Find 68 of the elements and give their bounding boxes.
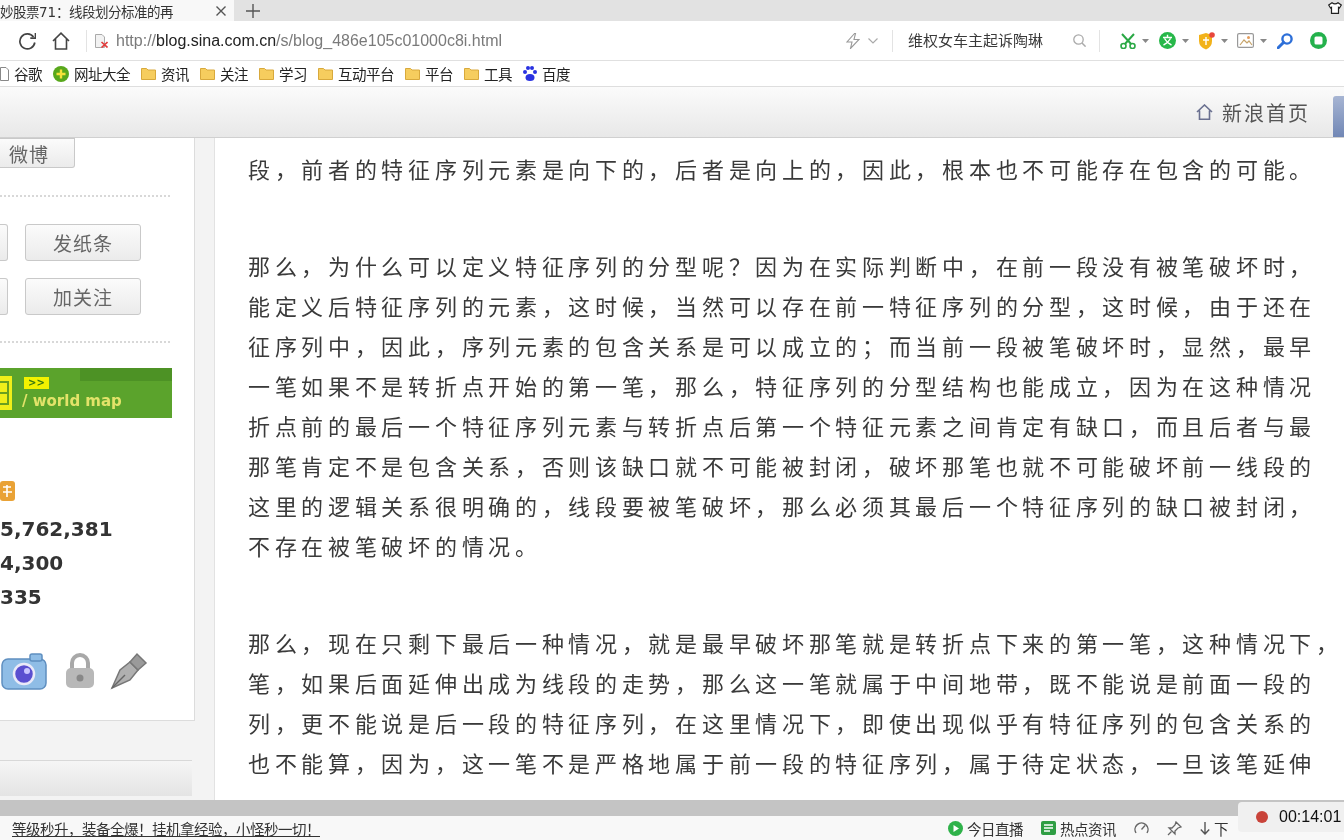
action-button[interactable]: 加关注 <box>25 278 141 315</box>
translate-icon[interactable] <box>1159 32 1176 49</box>
bookmark-item[interactable]: 学习 <box>259 63 307 84</box>
gauge-icon[interactable] <box>1134 820 1149 836</box>
folder-icon <box>464 67 479 80</box>
app-icon[interactable] <box>1310 32 1327 49</box>
bookmark-item[interactable]: 谷歌 <box>0 63 42 84</box>
lock-icon[interactable] <box>65 653 95 689</box>
recording-time: 00:14:01 <box>1279 808 1342 826</box>
ad-link[interactable]: 等级秒升，装备全爆！挂机拿经验，小怪秒一切！ <box>12 817 320 839</box>
weibo-button[interactable]: 微博 <box>0 138 75 168</box>
search-field[interactable]: 维权女车主起诉陶琳 <box>908 31 1068 50</box>
scissors-icon[interactable] <box>1120 32 1136 49</box>
article-paragraph: 那么，现在只剩下最后一种情况，就是最早破坏那笔就是转折点下来的第一笔，这种情况下， 笔，如果后面延伸出成为线段的走势，那么这一笔就属于中间地带，既不能说是前面一段的 列，更不能说是后一段的特征序列，在这里情况下，即使出现似乎有特征序列的包含关系的 也不能算，因为，这一笔不是严格地属于前一段的特征序列，属于待定状态，一旦该笔延伸 <box>248 631 1344 779</box>
caret-icon[interactable] <box>1260 38 1267 43</box>
home-icon <box>1196 104 1213 120</box>
page-warning-icon <box>95 33 108 48</box>
folder-icon <box>259 67 274 80</box>
article-paragraph: 那么，为什么可以定义特征序列的分型呢？因为在实际判断中，在前一段没有被笔破坏时， 能定义后特征序列的元素，这时候，当然可以存在前一特征序列的分型，这时候，由于还在 征序列中，因此，序列元素的包含关系是可以成立的；而当前一段被笔破坏时，显然，最早 一笔如果不是转折点开始的第一笔，那么，特征序列的分型结构也能成立，因为在这种情况 折点前的最后一个特征序列元素与转折点后第一个特征元素之间肯定有缺口，而且后者与最 那笔肯定不是包含关系，否则该缺口就不可能被封闭，破坏那笔也就不可能破坏前一线段的 这里的逻辑关系很明确的，线段要被笔破坏，那么必须其最后一个特征序列的缺口被封闭， 不存在被笔破坏的情况。 <box>248 254 1317 562</box>
pin-icon[interactable] <box>1167 820 1182 836</box>
more-link[interactable]: >> <box>24 376 49 389</box>
bookmark-item[interactable]: 资讯 <box>141 63 189 84</box>
bookmark-item[interactable]: 百度 <box>523 63 570 84</box>
banner-glyph-icon <box>0 376 12 410</box>
shield-icon[interactable] <box>1198 31 1215 50</box>
bookmark-item[interactable]: 网址大全 <box>53 63 130 84</box>
chevron-icon[interactable] <box>868 37 878 44</box>
folder-icon <box>405 67 420 80</box>
action-button[interactable]: 发纸条 <box>25 224 141 261</box>
browser-tab[interactable]: 妙股票71：线段划分标准的再 <box>0 0 234 21</box>
stat-value: 5,762,381 <box>0 516 113 543</box>
stat-value: 335 <box>0 584 42 611</box>
home-link[interactable]: 新浪首页 <box>1196 97 1310 127</box>
down-arrow-icon <box>1200 821 1210 835</box>
lightning-icon[interactable] <box>846 32 860 49</box>
pen-icon[interactable] <box>110 652 148 690</box>
new-tab-icon[interactable] <box>246 3 260 18</box>
caret-icon[interactable] <box>1221 38 1228 43</box>
image-icon[interactable] <box>1237 33 1254 48</box>
map-banner[interactable]: >> / world map <box>0 368 172 418</box>
bookmark-item[interactable]: 关注 <box>200 63 248 84</box>
bookmark-item[interactable]: 平台 <box>405 63 453 84</box>
caret-icon[interactable] <box>1182 38 1189 43</box>
folder-icon <box>200 67 215 80</box>
refresh-icon[interactable] <box>18 31 36 50</box>
close-icon[interactable] <box>216 5 226 16</box>
shirt-icon[interactable] <box>1328 2 1342 14</box>
record-dot-icon <box>1256 811 1268 823</box>
paw-icon <box>523 66 537 81</box>
folder-icon <box>141 67 156 80</box>
status-link[interactable]: 热点资讯 <box>1041 817 1116 839</box>
play-icon <box>948 820 963 836</box>
article-paragraph: 段，前者的特征序列元素是向下的，后者是向上的，因此，根本也不可能存在包含的可能。 <box>248 157 1317 185</box>
news-icon <box>1041 821 1056 835</box>
caret-icon[interactable] <box>1142 38 1149 43</box>
bookmark-item[interactable]: 工具 <box>464 63 512 84</box>
camera-icon[interactable] <box>0 651 48 691</box>
search-icon[interactable] <box>1073 34 1086 47</box>
stat-value: 4,300 <box>0 550 64 577</box>
folder-icon <box>318 67 333 80</box>
url-field[interactable]: http://blog.sina.com.cn/s/blog_486e105c01000c8i.html <box>95 31 838 50</box>
home-icon[interactable] <box>52 31 70 50</box>
magnifier-icon[interactable] <box>1277 32 1293 49</box>
status-link[interactable]: 今日直播 <box>948 817 1023 839</box>
plus-circle-icon <box>53 65 69 82</box>
bookmark-item[interactable]: 互动平台 <box>318 63 394 84</box>
banner-label: / world map <box>22 391 122 410</box>
download-link[interactable]: 下 <box>1200 817 1228 839</box>
